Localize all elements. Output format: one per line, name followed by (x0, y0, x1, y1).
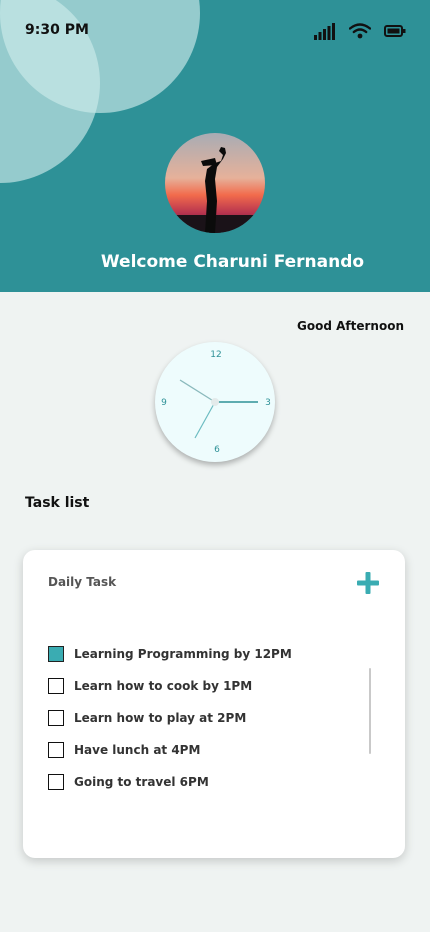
task-label: Have lunch at 4PM (74, 743, 201, 757)
clock-numeral-12: 12 (210, 350, 221, 360)
daily-task-card: Daily Task Learning Programming by 12PM … (23, 550, 405, 858)
analog-clock: 12 3 6 9 (155, 342, 275, 462)
task-list-scrollbar[interactable] (369, 668, 371, 754)
task-label: Learn how to play at 2PM (74, 711, 247, 725)
add-task-button[interactable] (357, 572, 379, 594)
clock-numeral-6: 6 (214, 445, 220, 455)
status-icons (314, 22, 406, 40)
avatar (165, 133, 265, 233)
task-checkbox[interactable] (48, 678, 64, 694)
task-label: Learn how to cook by 1PM (74, 679, 253, 693)
cellular-signal-icon (314, 23, 335, 40)
task-label: Learning Programming by 12PM (74, 647, 292, 661)
task-checkbox[interactable] (48, 774, 64, 790)
card-title: Daily Task (48, 575, 117, 589)
task-item[interactable]: Learn how to play at 2PM (48, 710, 246, 726)
clock-numeral-9: 9 (161, 398, 167, 408)
task-list-heading: Task list (25, 495, 90, 511)
task-checkbox[interactable] (48, 710, 64, 726)
clock-hour-hand (179, 379, 216, 403)
greeting-text: Good Afternoon (297, 319, 404, 333)
task-item[interactable]: Have lunch at 4PM (48, 742, 200, 758)
clock-numeral-3: 3 (265, 398, 271, 408)
decor-circle-overlap (0, 0, 200, 113)
wifi-icon (349, 23, 371, 39)
task-checkbox[interactable] (48, 646, 64, 662)
task-label: Going to travel 6PM (74, 775, 209, 789)
profile-header: 9:30 PM Welcome Charuni Fernando (0, 0, 430, 292)
task-item[interactable]: Learn how to cook by 1PM (48, 678, 252, 694)
task-item[interactable]: Going to travel 6PM (48, 774, 209, 790)
battery-icon (384, 25, 406, 37)
welcome-text: Welcome Charuni Fernando (100, 252, 365, 272)
avatar-photo (165, 133, 265, 233)
task-item[interactable]: Learning Programming by 12PM (48, 646, 292, 662)
status-time: 9:30 PM (25, 22, 89, 38)
clock-second-hand (194, 401, 216, 439)
task-checkbox[interactable] (48, 742, 64, 758)
